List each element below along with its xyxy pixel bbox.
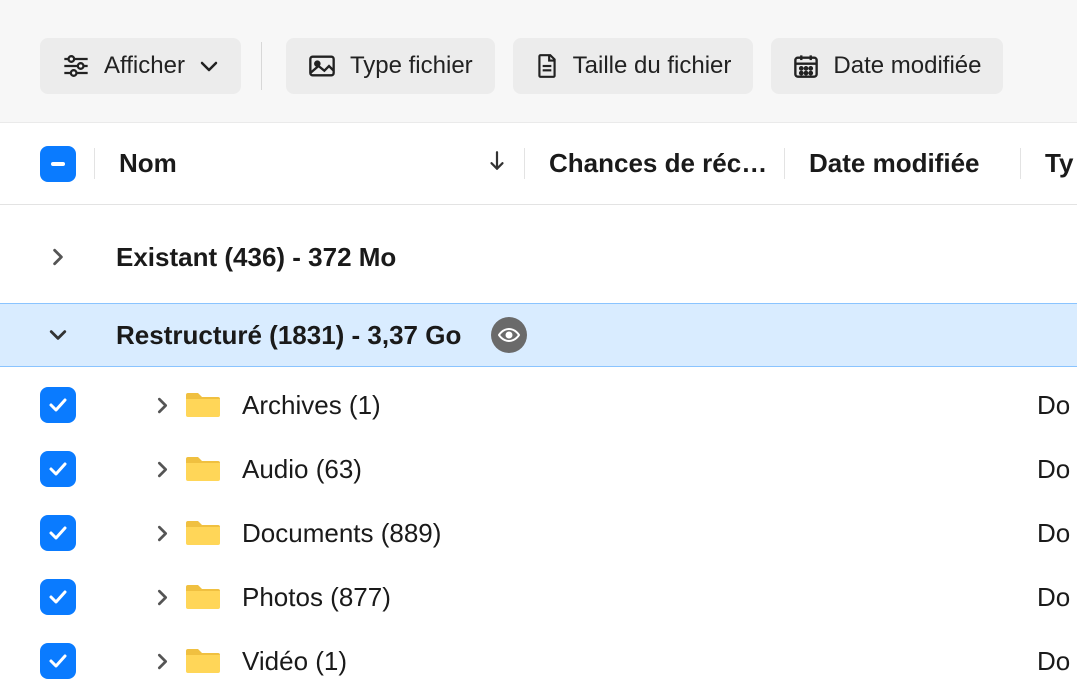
eye-icon: [491, 317, 527, 353]
item-name: Photos (877): [232, 582, 1037, 613]
list-item[interactable]: Documents (889) Do: [0, 501, 1077, 565]
column-name-label: Nom: [119, 148, 177, 179]
chevron-down-icon: [199, 59, 219, 73]
column-type[interactable]: Ty: [1020, 148, 1077, 179]
list-item[interactable]: Archives (1) Do: [0, 373, 1077, 437]
item-name: Archives (1): [232, 390, 1037, 421]
folder-icon: [184, 517, 232, 549]
toolbar-divider: [261, 42, 262, 90]
folder-icon: [184, 581, 232, 613]
chevron-right-icon: [140, 589, 184, 606]
row-checkbox[interactable]: [40, 451, 76, 487]
row-checkbox[interactable]: [40, 579, 76, 615]
file-icon: [535, 53, 559, 79]
filter-label: Taille du fichier: [573, 52, 732, 80]
group-restructure[interactable]: Restructuré (1831) - 3,37 Go: [0, 303, 1077, 367]
display-button[interactable]: Afficher: [40, 38, 241, 94]
column-type-label: Ty: [1045, 148, 1073, 179]
column-name[interactable]: Nom: [94, 148, 524, 179]
row-checkbox[interactable]: [40, 387, 76, 423]
group-label: Restructuré (1831) - 3,37 Go: [96, 320, 461, 351]
chevron-right-icon: [38, 248, 78, 266]
chevron-right-icon: [140, 397, 184, 414]
column-date-label: Date modifiée: [809, 148, 980, 179]
chevron-down-icon: [38, 328, 78, 342]
row-checkbox[interactable]: [40, 643, 76, 679]
column-chances-label: Chances de réc…: [549, 148, 767, 179]
item-name: Documents (889): [232, 518, 1037, 549]
filter-date-modified[interactable]: Date modifiée: [771, 38, 1003, 94]
calendar-icon: [793, 53, 819, 79]
column-headers: Nom Chances de réc… Date modifiée Ty: [0, 123, 1077, 205]
filter-file-size[interactable]: Taille du fichier: [513, 38, 754, 94]
column-chances[interactable]: Chances de réc…: [524, 148, 784, 179]
row-checkbox[interactable]: [40, 515, 76, 551]
filter-label: Type fichier: [350, 52, 473, 80]
list-item[interactable]: Vidéo (1) Do: [0, 629, 1077, 693]
list-item[interactable]: Photos (877) Do: [0, 565, 1077, 629]
item-name: Audio (63): [232, 454, 1037, 485]
filter-label: Date modifiée: [833, 52, 981, 80]
column-date[interactable]: Date modifiée: [784, 148, 1020, 179]
chevron-right-icon: [140, 461, 184, 478]
sliders-icon: [62, 54, 90, 78]
item-type: Do: [1037, 390, 1070, 421]
chevron-right-icon: [140, 525, 184, 542]
toolbar: Afficher Type fichier Taille du fichier: [0, 0, 1077, 123]
item-type: Do: [1037, 454, 1070, 485]
folder-icon: [184, 645, 232, 677]
item-type: Do: [1037, 582, 1070, 613]
filter-file-type[interactable]: Type fichier: [286, 38, 495, 94]
group-existant[interactable]: Existant (436) - 372 Mo: [0, 225, 1077, 289]
select-all-checkbox[interactable]: [40, 146, 76, 182]
list-item[interactable]: Audio (63) Do: [0, 437, 1077, 501]
item-name: Vidéo (1): [232, 646, 1037, 677]
item-type: Do: [1037, 646, 1070, 677]
chevron-right-icon: [140, 653, 184, 670]
folder-icon: [184, 453, 232, 485]
display-label: Afficher: [104, 52, 185, 80]
item-type: Do: [1037, 518, 1070, 549]
group-label: Existant (436) - 372 Mo: [96, 242, 396, 273]
sort-descending-icon: [488, 148, 506, 179]
select-all-cell: [40, 146, 94, 182]
image-icon: [308, 54, 336, 78]
folder-icon: [184, 389, 232, 421]
